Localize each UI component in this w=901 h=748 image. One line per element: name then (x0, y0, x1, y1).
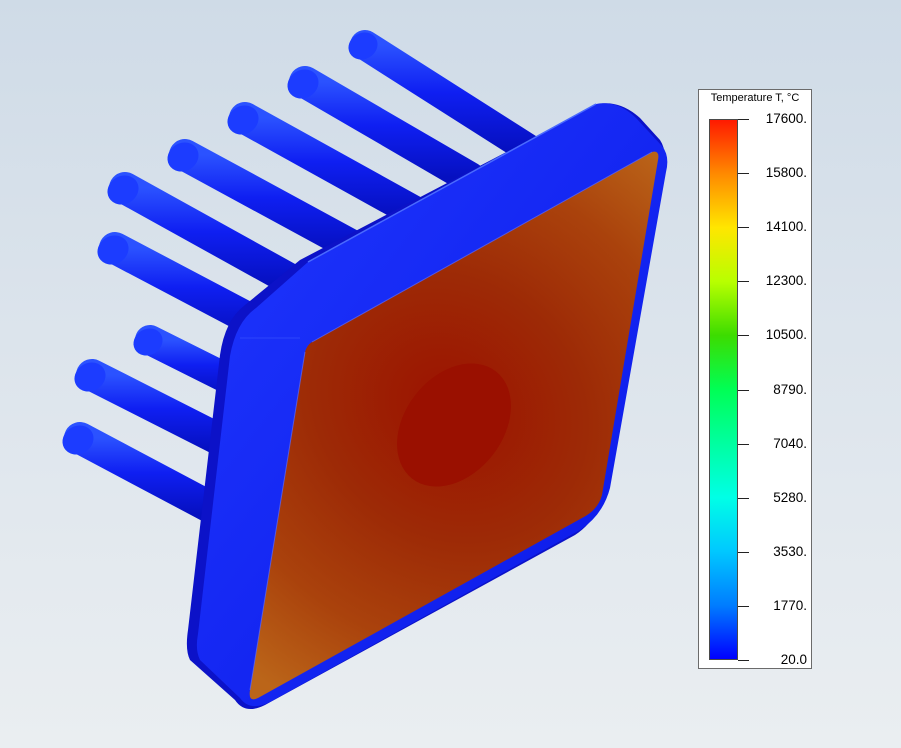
legend-tick (738, 551, 749, 553)
legend-tick (738, 335, 749, 337)
temperature-legend: Temperature T, °C 17600. 15800. 14100. 1230… (698, 89, 812, 669)
legend-tick-label: 8790. (773, 381, 807, 397)
legend-title: Temperature T, °C (710, 92, 800, 104)
legend-tick (738, 119, 749, 120)
legend-tick (738, 227, 749, 229)
legend-tick-label: 1770. (773, 597, 807, 613)
legend-tick-label: 10500. (765, 327, 807, 343)
legend-tick-label: 20.0 (780, 652, 807, 667)
legend-tick-label: 14100. (765, 219, 807, 235)
legend-tick-label: 17600. (765, 111, 807, 126)
legend-tick (738, 443, 749, 445)
legend-tick-label: 15800. (765, 165, 807, 181)
legend-tick (738, 660, 749, 661)
legend-tick (738, 605, 749, 607)
legend-tick (738, 497, 749, 499)
legend-tick-label: 3530. (773, 543, 807, 559)
legend-tick (738, 281, 749, 283)
legend-tick (738, 389, 749, 391)
legend-tick-label: 5280. (773, 489, 807, 505)
legend-tick-label: 12300. (765, 273, 807, 289)
legend-tick-label: 7040. (773, 435, 807, 451)
color-scale-bar (709, 119, 738, 660)
legend-tick (738, 173, 749, 175)
